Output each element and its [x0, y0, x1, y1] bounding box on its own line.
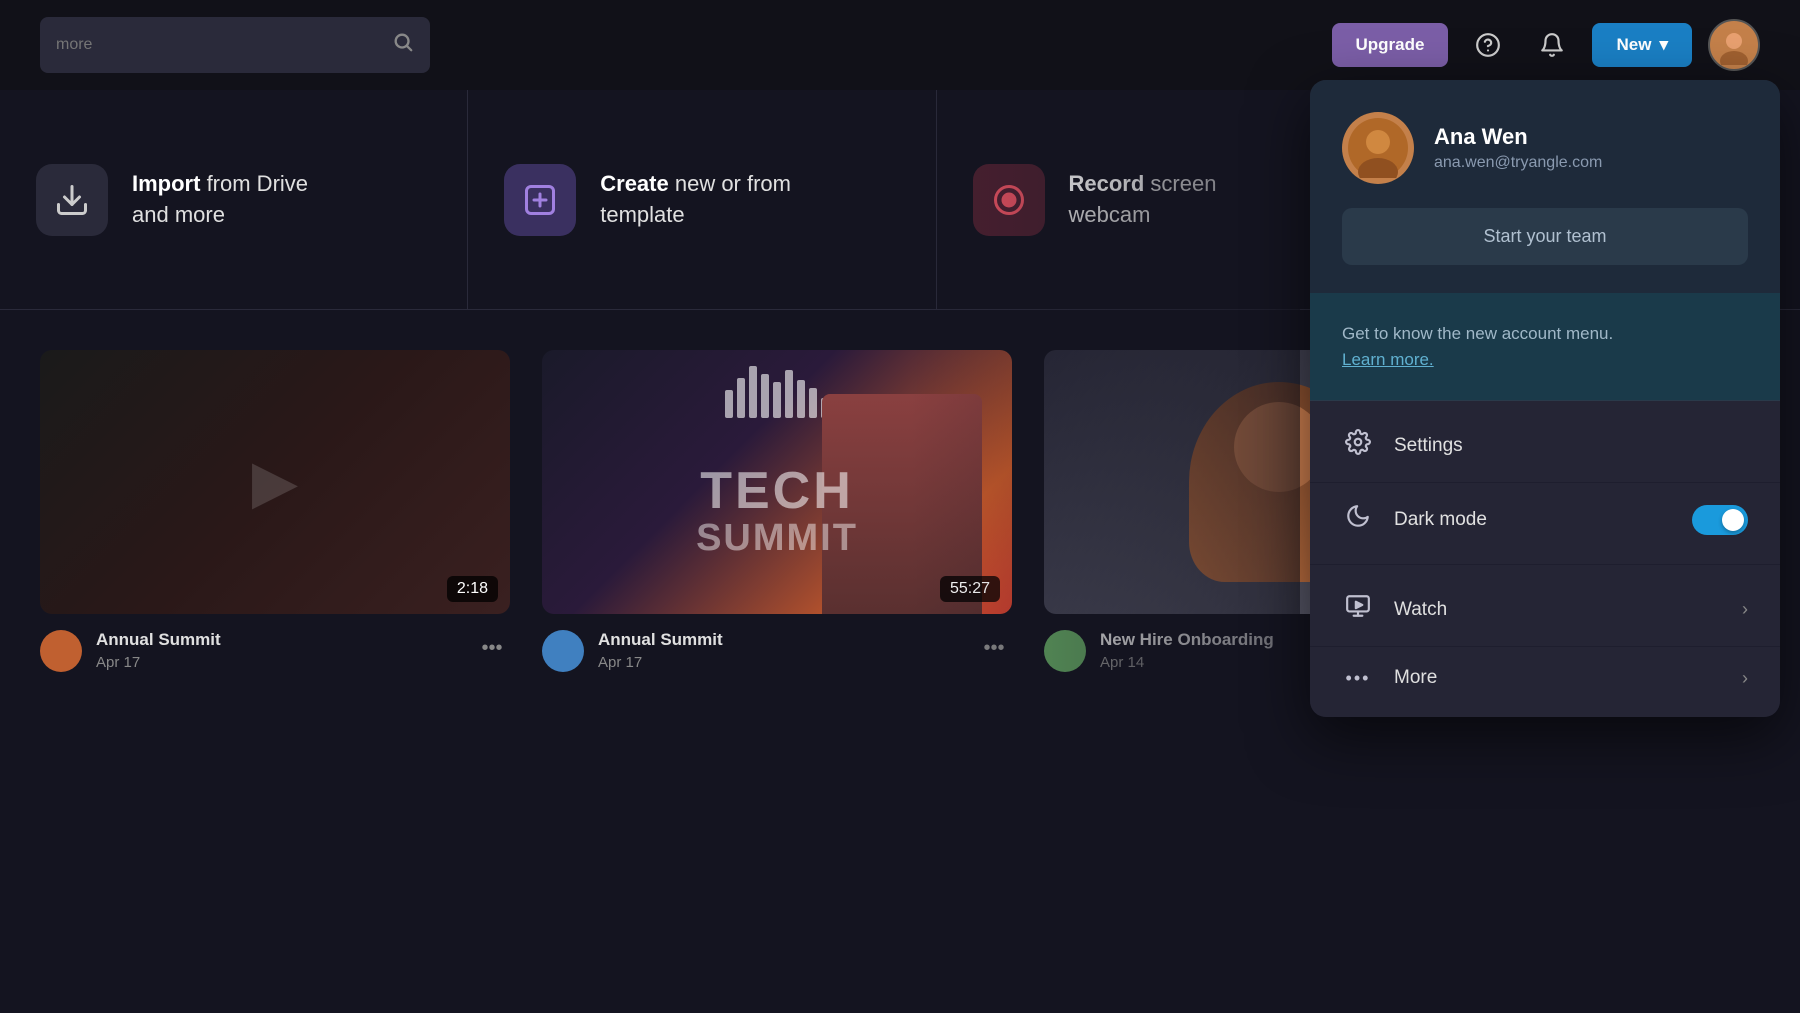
profile-name: Ana Wen [1434, 124, 1602, 150]
learn-more-link[interactable]: Learn more. [1342, 350, 1434, 369]
upgrade-button[interactable]: Upgrade [1332, 23, 1449, 67]
video-title-2: Annual Summit [598, 630, 962, 650]
profile-text: Ana Wen ana.wen@tryangle.com [1434, 124, 1602, 172]
record-icon [973, 164, 1045, 236]
search-bar[interactable] [40, 17, 430, 73]
new-button[interactable]: New ▾ [1592, 23, 1692, 67]
record-text: Record screenwebcam [1069, 169, 1217, 231]
video-avatar-1 [40, 630, 82, 672]
header-right: Upgrade New ▾ [1332, 19, 1760, 71]
more-menu-item[interactable]: ••• More › [1310, 647, 1780, 709]
video-info-2: Annual Summit Apr 17 ••• [542, 630, 1012, 672]
dark-mode-toggle[interactable] [1692, 505, 1748, 535]
video-title-1: Annual Summit [96, 630, 460, 650]
watch-menu-item[interactable]: Watch › [1310, 573, 1780, 646]
video-info-1: Annual Summit Apr 17 ••• [40, 630, 510, 672]
thumb-placeholder-1: ▶ [40, 350, 510, 614]
help-button[interactable] [1464, 21, 1512, 69]
profile-avatar [1342, 112, 1414, 184]
video-thumbnail-2: TECH SUMMIT 55:27 [542, 350, 1012, 614]
create-text: Create new or fromtemplate [600, 169, 791, 231]
video-date-1: Apr 17 [96, 654, 460, 671]
more-arrow-icon: › [1742, 668, 1748, 689]
import-icon [36, 164, 108, 236]
dark-mode-label: Dark mode [1394, 509, 1672, 531]
start-team-button[interactable]: Start your team [1342, 208, 1748, 265]
dark-mode-menu-item[interactable]: Dark mode [1310, 483, 1780, 556]
profile-section: Ana Wen ana.wen@tryangle.com Start your … [1310, 80, 1780, 293]
video-thumbnail-1: ▶ 2:18 [40, 350, 510, 614]
search-input[interactable] [56, 36, 382, 54]
settings-section: Settings Dark mode [1310, 401, 1780, 564]
toggle-thumb [1722, 509, 1744, 531]
video-options-1[interactable]: ••• [474, 630, 510, 666]
settings-label: Settings [1394, 435, 1748, 457]
info-banner-text: Get to know the new account menu. Learn … [1342, 321, 1748, 372]
video-card-1[interactable]: ▶ 2:18 Annual Summit Apr 17 ••• [40, 350, 510, 973]
import-card[interactable]: Import from Driveand more [0, 90, 468, 309]
gear-icon [1342, 429, 1374, 462]
info-banner: Get to know the new account menu. Learn … [1310, 293, 1780, 401]
chevron-down-icon: ▾ [1659, 35, 1668, 55]
settings-menu-item[interactable]: Settings [1310, 409, 1780, 482]
profile-info: Ana Wen ana.wen@tryangle.com [1342, 112, 1748, 184]
duration-badge-1: 2:18 [447, 576, 498, 602]
search-icon [392, 31, 414, 59]
video-avatar-2 [542, 630, 584, 672]
watch-icon [1342, 593, 1374, 626]
profile-email: ana.wen@tryangle.com [1434, 154, 1602, 172]
bottom-section: Watch › ••• More › [1310, 565, 1780, 717]
video-avatar-3 [1044, 630, 1086, 672]
import-text: Import from Driveand more [132, 169, 308, 231]
create-icon [504, 164, 576, 236]
new-button-label: New [1616, 35, 1651, 55]
more-label: More [1394, 667, 1722, 689]
dropdown-menu: Ana Wen ana.wen@tryangle.com Start your … [1310, 80, 1780, 717]
more-icon: ••• [1342, 668, 1374, 689]
info-text: Get to know the new account menu. [1342, 324, 1613, 343]
video-options-2[interactable]: ••• [976, 630, 1012, 666]
video-date-2: Apr 17 [598, 654, 962, 671]
video-meta-2: Annual Summit Apr 17 [598, 630, 962, 671]
watch-label: Watch [1394, 599, 1722, 621]
header: Upgrade New ▾ [0, 0, 1800, 90]
watch-arrow-icon: › [1742, 599, 1748, 620]
tech-summit-text: TECH SUMMIT [696, 465, 858, 560]
create-card[interactable]: Create new or fromtemplate [468, 90, 936, 309]
avatar[interactable] [1708, 19, 1760, 71]
duration-badge-2: 55:27 [940, 576, 1000, 602]
notifications-button[interactable] [1528, 21, 1576, 69]
moon-icon [1342, 503, 1374, 536]
video-meta-1: Annual Summit Apr 17 [96, 630, 460, 671]
video-card-2[interactable]: TECH SUMMIT 55:27 Annual Summit Apr 17 •… [542, 350, 1012, 973]
